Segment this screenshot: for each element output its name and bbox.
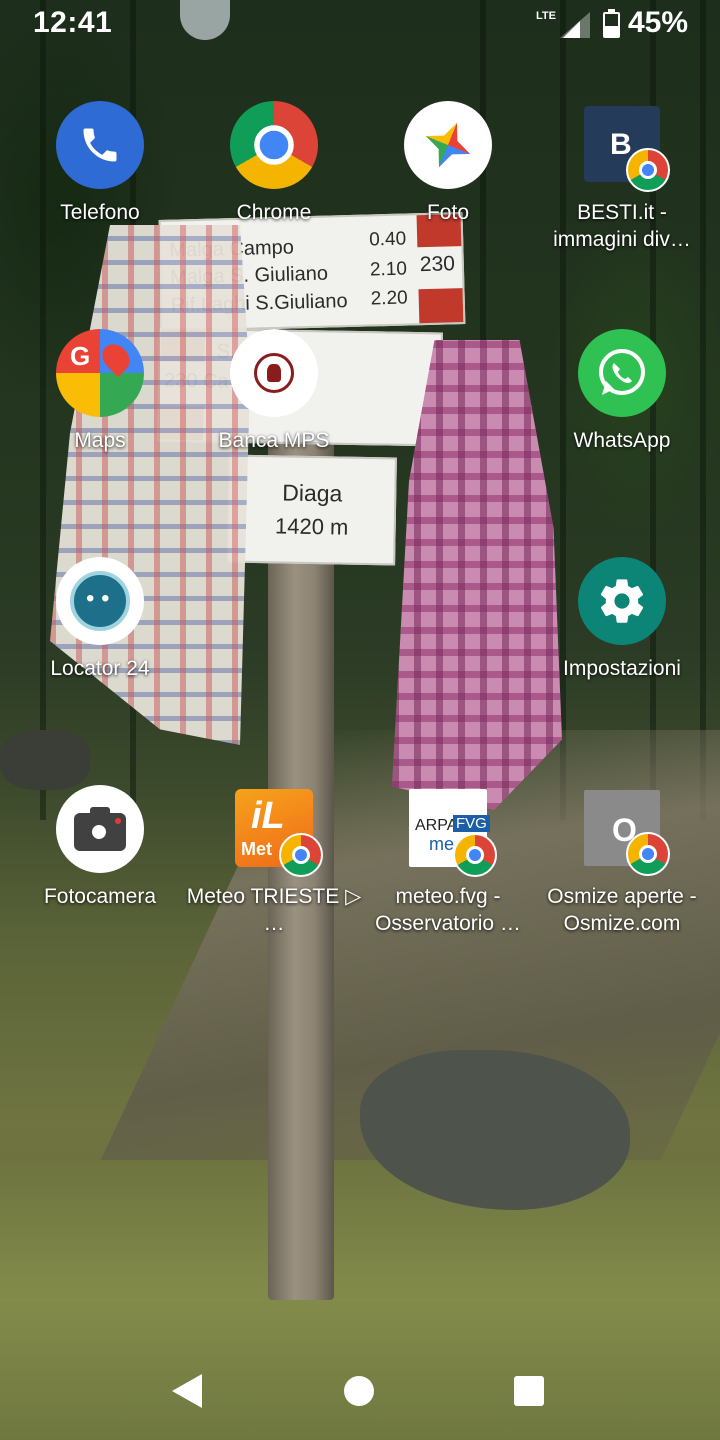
- app-banca-mps[interactable]: Banca MPS: [186, 329, 362, 454]
- app-foto[interactable]: Foto: [360, 101, 536, 226]
- app-label: BESTI.it - immagini div…: [553, 201, 691, 251]
- battery-percentage: 45%: [628, 6, 689, 39]
- chrome-badge-icon: [626, 832, 670, 876]
- chrome-badge-icon: [453, 833, 497, 877]
- status-bar: 12:41 LTE 45%: [0, 0, 720, 52]
- app-meteo-fvg[interactable]: ARPA FVG me meteo.fvg - Osservatorio …: [360, 785, 536, 937]
- app-impostazioni[interactable]: Impostazioni: [534, 557, 710, 682]
- app-label: Chrome: [236, 201, 312, 224]
- app-label: Maps: [74, 429, 126, 452]
- app-whatsapp[interactable]: WhatsApp: [534, 329, 710, 454]
- app-label: Osmize aperte - Osmize.com: [547, 885, 697, 935]
- meteo-il-icon: iL Met: [235, 789, 323, 877]
- app-label: Locator 24: [50, 657, 150, 680]
- besti-icon: B: [584, 106, 670, 192]
- app-besti[interactable]: B BESTI.it - immagini div…: [534, 101, 710, 253]
- app-locator-24[interactable]: Locator 24: [12, 557, 188, 682]
- locator-icon: [56, 557, 144, 645]
- phone-icon: [56, 101, 144, 189]
- app-label: Fotocamera: [43, 885, 157, 908]
- clock: 12:41: [33, 6, 113, 39]
- app-fotocamera[interactable]: Fotocamera: [12, 785, 188, 910]
- navigation-bar: [0, 1340, 720, 1440]
- settings-gear-icon: [578, 557, 666, 645]
- app-label: WhatsApp: [573, 429, 671, 452]
- app-maps[interactable]: G Maps: [12, 329, 188, 454]
- arpa-fvg-icon: ARPA FVG me: [409, 789, 497, 877]
- home-icon[interactable]: [344, 1376, 374, 1406]
- app-label: Telefono: [60, 201, 140, 224]
- signal-icon: [560, 12, 590, 38]
- recents-icon[interactable]: [514, 1376, 544, 1406]
- camera-icon: [56, 785, 144, 873]
- battery-icon: [603, 9, 620, 38]
- network-type: LTE: [536, 10, 556, 22]
- app-label: meteo.fvg - Osservatorio …: [375, 885, 521, 935]
- app-osmize[interactable]: O Osmize aperte - Osmize.com: [534, 785, 710, 937]
- app-label: Banca MPS: [218, 429, 330, 452]
- osmize-icon: O: [584, 790, 670, 876]
- chrome-icon: [230, 101, 318, 189]
- app-label: Meteo TRIESTE ▷ …: [186, 885, 362, 935]
- whatsapp-icon: [578, 329, 666, 417]
- back-icon[interactable]: [172, 1374, 202, 1408]
- app-chrome[interactable]: Chrome: [186, 101, 362, 226]
- app-label: Foto: [426, 201, 470, 224]
- app-meteo-trieste[interactable]: iL Met Meteo TRIESTE ▷ …: [186, 785, 362, 937]
- app-telefono[interactable]: Telefono: [12, 101, 188, 226]
- app-label: Impostazioni: [563, 657, 681, 680]
- chrome-badge-icon: [626, 148, 670, 192]
- maps-icon: G: [56, 329, 144, 417]
- location-sign: Diaga 1420 m: [227, 454, 397, 566]
- photos-pinwheel-icon: [404, 101, 492, 189]
- chrome-badge-icon: [279, 833, 323, 877]
- banca-mps-seal-icon: [230, 329, 318, 417]
